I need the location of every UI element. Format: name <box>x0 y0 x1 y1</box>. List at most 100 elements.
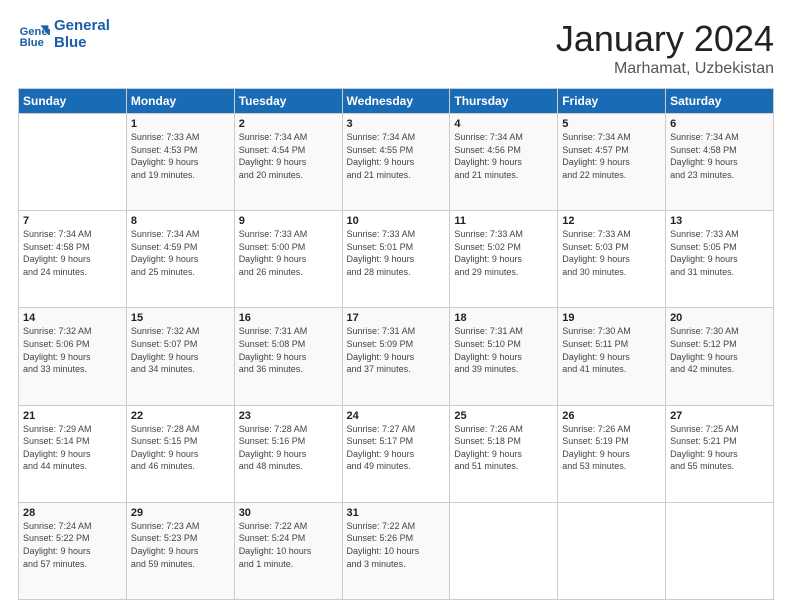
calendar-cell: 27Sunrise: 7:25 AM Sunset: 5:21 PM Dayli… <box>666 405 774 502</box>
day-number: 16 <box>239 312 338 324</box>
day-info: Sunrise: 7:34 AM Sunset: 4:58 PM Dayligh… <box>23 228 122 278</box>
day-info: Sunrise: 7:22 AM Sunset: 5:26 PM Dayligh… <box>347 520 446 570</box>
logo-line1: General <box>54 18 110 35</box>
calendar-cell: 26Sunrise: 7:26 AM Sunset: 5:19 PM Dayli… <box>558 405 666 502</box>
day-info: Sunrise: 7:28 AM Sunset: 5:15 PM Dayligh… <box>131 423 230 473</box>
day-info: Sunrise: 7:33 AM Sunset: 4:53 PM Dayligh… <box>131 131 230 181</box>
calendar-cell: 19Sunrise: 7:30 AM Sunset: 5:11 PM Dayli… <box>558 308 666 405</box>
calendar-cell: 12Sunrise: 7:33 AM Sunset: 5:03 PM Dayli… <box>558 211 666 308</box>
calendar-cell: 14Sunrise: 7:32 AM Sunset: 5:06 PM Dayli… <box>19 308 127 405</box>
calendar-cell: 10Sunrise: 7:33 AM Sunset: 5:01 PM Dayli… <box>342 211 450 308</box>
day-info: Sunrise: 7:31 AM Sunset: 5:09 PM Dayligh… <box>347 325 446 375</box>
day-info: Sunrise: 7:26 AM Sunset: 5:18 PM Dayligh… <box>454 423 553 473</box>
day-header-tuesday: Tuesday <box>234 89 342 114</box>
day-info: Sunrise: 7:33 AM Sunset: 5:02 PM Dayligh… <box>454 228 553 278</box>
calendar-cell <box>450 502 558 599</box>
day-number: 17 <box>347 312 446 324</box>
day-info: Sunrise: 7:34 AM Sunset: 4:59 PM Dayligh… <box>131 228 230 278</box>
calendar-cell: 1Sunrise: 7:33 AM Sunset: 4:53 PM Daylig… <box>126 114 234 211</box>
day-info: Sunrise: 7:26 AM Sunset: 5:19 PM Dayligh… <box>562 423 661 473</box>
day-header-monday: Monday <box>126 89 234 114</box>
location-title: Marhamat, Uzbekistan <box>556 60 774 78</box>
calendar-cell: 7Sunrise: 7:34 AM Sunset: 4:58 PM Daylig… <box>19 211 127 308</box>
day-number: 10 <box>347 215 446 227</box>
calendar-cell: 28Sunrise: 7:24 AM Sunset: 5:22 PM Dayli… <box>19 502 127 599</box>
day-number: 27 <box>670 410 769 422</box>
calendar-cell: 22Sunrise: 7:28 AM Sunset: 5:15 PM Dayli… <box>126 405 234 502</box>
day-info: Sunrise: 7:33 AM Sunset: 5:00 PM Dayligh… <box>239 228 338 278</box>
day-info: Sunrise: 7:33 AM Sunset: 5:03 PM Dayligh… <box>562 228 661 278</box>
calendar-cell: 31Sunrise: 7:22 AM Sunset: 5:26 PM Dayli… <box>342 502 450 599</box>
day-number: 26 <box>562 410 661 422</box>
calendar-cell: 20Sunrise: 7:30 AM Sunset: 5:12 PM Dayli… <box>666 308 774 405</box>
svg-text:Blue: Blue <box>20 37 44 49</box>
day-number: 14 <box>23 312 122 324</box>
calendar-cell: 3Sunrise: 7:34 AM Sunset: 4:55 PM Daylig… <box>342 114 450 211</box>
day-number: 20 <box>670 312 769 324</box>
day-info: Sunrise: 7:33 AM Sunset: 5:01 PM Dayligh… <box>347 228 446 278</box>
day-number: 21 <box>23 410 122 422</box>
day-header-saturday: Saturday <box>666 89 774 114</box>
day-number: 18 <box>454 312 553 324</box>
calendar-cell <box>666 502 774 599</box>
calendar-cell: 16Sunrise: 7:31 AM Sunset: 5:08 PM Dayli… <box>234 308 342 405</box>
calendar-cell <box>19 114 127 211</box>
day-number: 7 <box>23 215 122 227</box>
calendar-cell: 6Sunrise: 7:34 AM Sunset: 4:58 PM Daylig… <box>666 114 774 211</box>
calendar-cell: 30Sunrise: 7:22 AM Sunset: 5:24 PM Dayli… <box>234 502 342 599</box>
day-number: 1 <box>131 118 230 130</box>
day-number: 13 <box>670 215 769 227</box>
day-info: Sunrise: 7:33 AM Sunset: 5:05 PM Dayligh… <box>670 228 769 278</box>
day-number: 11 <box>454 215 553 227</box>
calendar-cell: 23Sunrise: 7:28 AM Sunset: 5:16 PM Dayli… <box>234 405 342 502</box>
day-number: 15 <box>131 312 230 324</box>
day-number: 25 <box>454 410 553 422</box>
calendar-cell: 9Sunrise: 7:33 AM Sunset: 5:00 PM Daylig… <box>234 211 342 308</box>
day-info: Sunrise: 7:27 AM Sunset: 5:17 PM Dayligh… <box>347 423 446 473</box>
day-header-sunday: Sunday <box>19 89 127 114</box>
logo: General Blue General Blue <box>18 18 110 51</box>
day-header-friday: Friday <box>558 89 666 114</box>
day-info: Sunrise: 7:32 AM Sunset: 5:06 PM Dayligh… <box>23 325 122 375</box>
day-info: Sunrise: 7:24 AM Sunset: 5:22 PM Dayligh… <box>23 520 122 570</box>
day-info: Sunrise: 7:30 AM Sunset: 5:11 PM Dayligh… <box>562 325 661 375</box>
day-info: Sunrise: 7:32 AM Sunset: 5:07 PM Dayligh… <box>131 325 230 375</box>
calendar-cell: 5Sunrise: 7:34 AM Sunset: 4:57 PM Daylig… <box>558 114 666 211</box>
day-number: 29 <box>131 507 230 519</box>
calendar-cell: 17Sunrise: 7:31 AM Sunset: 5:09 PM Dayli… <box>342 308 450 405</box>
day-info: Sunrise: 7:28 AM Sunset: 5:16 PM Dayligh… <box>239 423 338 473</box>
day-number: 28 <box>23 507 122 519</box>
day-info: Sunrise: 7:34 AM Sunset: 4:56 PM Dayligh… <box>454 131 553 181</box>
day-info: Sunrise: 7:34 AM Sunset: 4:55 PM Dayligh… <box>347 131 446 181</box>
calendar-cell: 24Sunrise: 7:27 AM Sunset: 5:17 PM Dayli… <box>342 405 450 502</box>
calendar-cell: 8Sunrise: 7:34 AM Sunset: 4:59 PM Daylig… <box>126 211 234 308</box>
calendar-cell: 11Sunrise: 7:33 AM Sunset: 5:02 PM Dayli… <box>450 211 558 308</box>
day-info: Sunrise: 7:34 AM Sunset: 4:54 PM Dayligh… <box>239 131 338 181</box>
calendar: SundayMondayTuesdayWednesdayThursdayFrid… <box>18 88 774 600</box>
day-info: Sunrise: 7:25 AM Sunset: 5:21 PM Dayligh… <box>670 423 769 473</box>
day-info: Sunrise: 7:29 AM Sunset: 5:14 PM Dayligh… <box>23 423 122 473</box>
month-title: January 2024 <box>556 18 774 60</box>
logo-line2: Blue <box>54 35 110 52</box>
day-info: Sunrise: 7:30 AM Sunset: 5:12 PM Dayligh… <box>670 325 769 375</box>
day-info: Sunrise: 7:23 AM Sunset: 5:23 PM Dayligh… <box>131 520 230 570</box>
calendar-cell: 25Sunrise: 7:26 AM Sunset: 5:18 PM Dayli… <box>450 405 558 502</box>
day-info: Sunrise: 7:31 AM Sunset: 5:10 PM Dayligh… <box>454 325 553 375</box>
day-number: 31 <box>347 507 446 519</box>
day-number: 8 <box>131 215 230 227</box>
day-number: 6 <box>670 118 769 130</box>
calendar-cell: 21Sunrise: 7:29 AM Sunset: 5:14 PM Dayli… <box>19 405 127 502</box>
day-number: 19 <box>562 312 661 324</box>
calendar-cell: 29Sunrise: 7:23 AM Sunset: 5:23 PM Dayli… <box>126 502 234 599</box>
day-number: 2 <box>239 118 338 130</box>
day-number: 22 <box>131 410 230 422</box>
header: General Blue General Blue January 2024 M… <box>18 18 774 78</box>
calendar-cell <box>558 502 666 599</box>
calendar-cell: 2Sunrise: 7:34 AM Sunset: 4:54 PM Daylig… <box>234 114 342 211</box>
day-info: Sunrise: 7:22 AM Sunset: 5:24 PM Dayligh… <box>239 520 338 570</box>
calendar-cell: 4Sunrise: 7:34 AM Sunset: 4:56 PM Daylig… <box>450 114 558 211</box>
calendar-cell: 15Sunrise: 7:32 AM Sunset: 5:07 PM Dayli… <box>126 308 234 405</box>
day-number: 4 <box>454 118 553 130</box>
day-info: Sunrise: 7:34 AM Sunset: 4:57 PM Dayligh… <box>562 131 661 181</box>
day-number: 3 <box>347 118 446 130</box>
